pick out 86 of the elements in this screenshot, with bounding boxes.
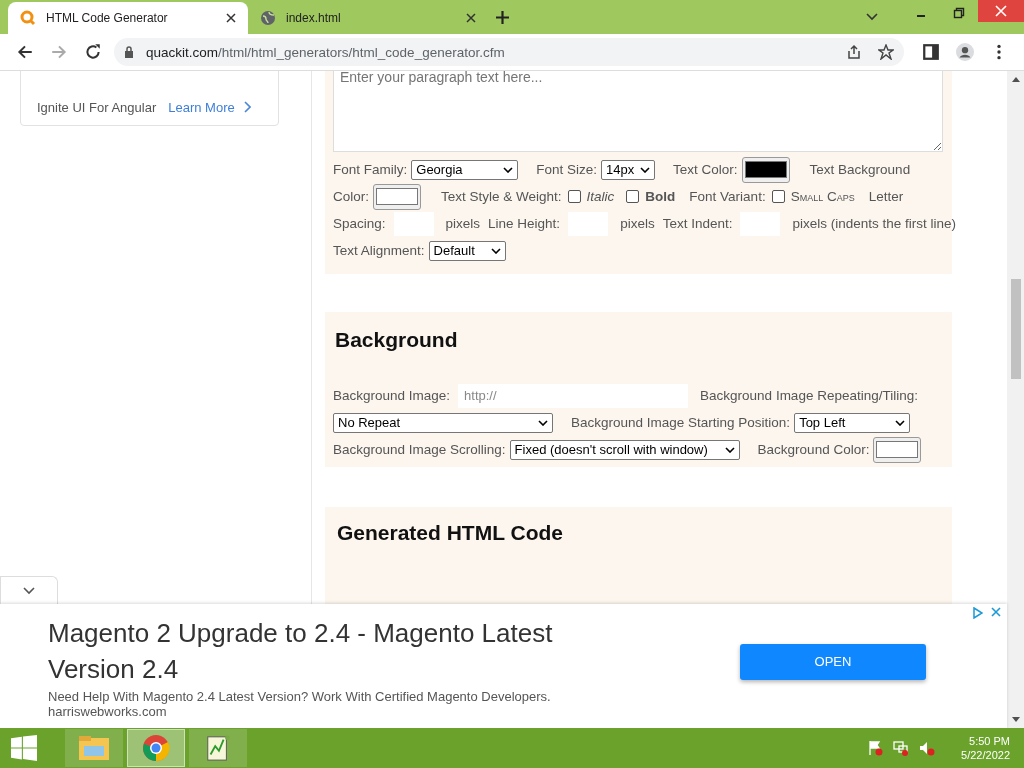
caret-icon xyxy=(503,166,514,173)
color-picker[interactable] xyxy=(373,183,421,210)
dropdown[interactable]: No Repeat xyxy=(333,412,553,433)
caret-icon xyxy=(538,419,548,426)
input-field[interactable] xyxy=(393,211,434,236)
dropdown[interactable]: Top Left xyxy=(794,412,911,433)
scroll-down-icon[interactable] xyxy=(1011,717,1020,723)
taskbar-app[interactable] xyxy=(127,729,185,767)
ad-headline[interactable]: Magento 2 Upgrade to 2.4 - Magento Latest Version 2.4 xyxy=(48,614,628,687)
ad-choices-icon[interactable] xyxy=(973,607,983,619)
field-label: Background Color: xyxy=(757,442,870,457)
field-label: Font Family: xyxy=(333,162,408,177)
section-heading: Generated HTML Code xyxy=(337,521,564,545)
field-label: Text Indent: xyxy=(662,216,733,231)
chevron-down-icon[interactable] xyxy=(866,13,878,21)
flag-icon[interactable] xyxy=(867,740,884,756)
notepad-icon xyxy=(205,734,231,762)
field-label: Background Image Starting Position: xyxy=(571,415,791,430)
field-label: Text Background xyxy=(809,162,911,177)
field-label: Background Image: xyxy=(333,388,451,403)
color-picker[interactable] xyxy=(873,436,922,463)
share-icon[interactable] xyxy=(846,44,862,60)
new-tab-icon[interactable] xyxy=(496,11,509,24)
dropdown[interactable]: Default xyxy=(428,240,506,261)
close-icon[interactable] xyxy=(226,13,236,23)
caret-icon xyxy=(724,446,735,453)
browser-icon xyxy=(142,734,170,762)
scroll-thumb[interactable] xyxy=(1010,279,1021,379)
checkbox-label: Small Caps xyxy=(790,189,855,204)
field-label: Line Height: xyxy=(488,216,561,231)
field-label: Background Image Scrolling: xyxy=(333,442,506,457)
address-bar[interactable]: quackit.com/html/html_generators/html_code_generator.cfm xyxy=(114,38,904,66)
scrollbar[interactable] xyxy=(1007,71,1024,728)
dropdown[interactable]: Georgia xyxy=(411,159,519,180)
dropdown[interactable]: 14px xyxy=(601,159,656,180)
checkbox-label: Italic xyxy=(586,189,615,204)
dropdown[interactable]: Fixed (doesn't scroll with window) xyxy=(509,439,740,460)
reload-icon[interactable] xyxy=(84,43,102,61)
ad-text: Ignite UI For Angular xyxy=(37,100,157,115)
ad-description: Need Help With Magento 2.4 Latest Version? Work With Certified Magento Developers. xyxy=(48,688,552,704)
globe-icon xyxy=(260,10,276,26)
caret-icon xyxy=(640,166,651,173)
checkbox-label: Bold xyxy=(645,189,676,204)
input-field[interactable]: http:// xyxy=(458,383,689,408)
profile-icon[interactable] xyxy=(956,43,974,61)
caret-icon xyxy=(490,247,501,254)
color-picker[interactable] xyxy=(741,156,790,183)
caret-icon xyxy=(895,419,906,426)
checkbox[interactable] xyxy=(567,190,581,203)
scroll-up-icon[interactable] xyxy=(1011,76,1020,82)
browser-tab[interactable]: HTML Code Generator xyxy=(8,2,248,34)
field-label: Text Style & Weight: xyxy=(441,189,562,204)
field-label: Letter xyxy=(868,189,904,204)
chevron-right-icon xyxy=(242,101,251,113)
close-icon[interactable] xyxy=(466,13,476,23)
browser-tab[interactable]: index.html xyxy=(248,2,488,34)
field-label: Color: xyxy=(333,189,369,204)
start-button[interactable] xyxy=(11,735,37,761)
network-icon[interactable] xyxy=(893,740,910,756)
field-label: Text Alignment: xyxy=(333,243,425,258)
field-label: Spacing: xyxy=(333,216,386,231)
search-icon xyxy=(20,10,36,26)
taskbar-app[interactable] xyxy=(189,729,247,767)
checkbox[interactable] xyxy=(626,190,640,203)
checkbox[interactable] xyxy=(771,190,785,203)
folder-icon xyxy=(78,734,110,762)
chevron-down-icon xyxy=(23,586,35,595)
field-label: Text Color: xyxy=(673,162,738,177)
restore-icon[interactable] xyxy=(953,7,965,19)
close-icon xyxy=(995,5,1007,17)
field-label: pixels xyxy=(445,216,481,231)
field-label: pixels xyxy=(620,216,655,231)
back-icon[interactable] xyxy=(16,43,34,61)
field-label: Font Variant: xyxy=(689,189,766,204)
side-panel-icon[interactable] xyxy=(922,43,940,61)
field-label: Background Image Repeating/Tiling: xyxy=(700,388,918,403)
lock-icon[interactable] xyxy=(124,46,134,58)
volume-muted-icon[interactable] xyxy=(919,740,936,756)
open-button[interactable]: OPEN xyxy=(740,643,926,680)
learn-more-link[interactable]: Learn More xyxy=(168,100,235,115)
section-heading: Background xyxy=(335,328,459,352)
paragraph-text-field[interactable]: Enter your paragraph text here... xyxy=(333,71,943,152)
field-label: pixels (indents the first line) xyxy=(792,216,956,231)
ad-domain: harriswebworks.com xyxy=(48,703,167,719)
field-label: Font Size: xyxy=(536,162,598,177)
star-icon[interactable] xyxy=(878,44,894,60)
